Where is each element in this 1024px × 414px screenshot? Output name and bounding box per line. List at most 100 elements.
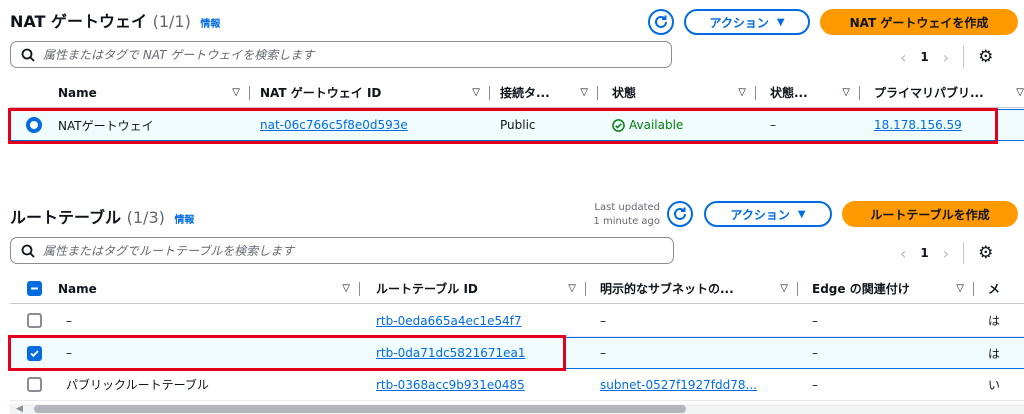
sort-icon: ▽ [1016, 87, 1024, 98]
rt-action-label: アクション [730, 207, 790, 222]
col-label: Name [58, 85, 97, 100]
rt-search-placeholder: 属性またはタグでルートテーブルを検索します [43, 244, 295, 258]
rt-row-subnet: – [600, 313, 606, 328]
search-icon [21, 244, 35, 258]
nat-search-input[interactable]: 属性またはタグで NAT ゲートウェイを検索します [10, 41, 672, 68]
col-label: 明示的なサブネットの... [600, 282, 734, 296]
col-label: Edge の関連付け [812, 282, 910, 296]
sort-icon: ▽ [580, 87, 588, 98]
nat-title-text: NAT ゲートウェイ [10, 12, 148, 31]
nat-col-conn[interactable]: 接続タ... ▽ [490, 78, 598, 107]
nat-col-state-msg[interactable]: 状態... ▽ [756, 78, 860, 107]
rt-row-main: は [988, 314, 1001, 328]
rt-count: (1/3) [126, 208, 165, 227]
rt-row-edge: – [812, 377, 818, 392]
refresh-icon [674, 207, 686, 220]
nat-col-public-ip[interactable]: プライマリパブリ... ▽ [860, 78, 1024, 107]
last-updated-label: Last updated [594, 202, 660, 213]
nat-select-col [10, 78, 58, 107]
col-label: 状態 [612, 86, 637, 100]
rt-row-main: は [988, 346, 1001, 361]
route-table-id-link[interactable]: rtb-0eda665a4ec1e54f7 [376, 314, 522, 328]
rt-table-header: Name ▽ ルートテーブル ID ▽ 明示的なサブネットの... ▽ Edge の関… [10, 274, 1024, 304]
highlight-box-rt-row [8, 335, 566, 371]
col-label: Name [58, 281, 97, 296]
gear-icon[interactable]: ⚙ [978, 47, 993, 67]
rt-col-edge[interactable]: Edge の関連付け ▽ [798, 274, 974, 303]
nat-col-state[interactable]: 状態 ▽ [598, 78, 756, 107]
caret-down-icon: ▼ [797, 208, 806, 220]
rt-col-subnet[interactable]: 明示的なサブネットの... ▽ [586, 274, 798, 303]
subnet-link[interactable]: subnet-0527f1927fdd78... [600, 378, 757, 392]
select-all-checkbox[interactable] [26, 281, 42, 296]
row-checkbox[interactable] [26, 313, 42, 328]
col-label: メ [988, 282, 1001, 296]
create-route-table-button[interactable]: ルートテーブルを作成 [842, 201, 1018, 227]
rt-section-title: ルートテーブル (1/3) 情報 [10, 204, 194, 228]
nat-count: (1/1) [152, 12, 191, 31]
rt-col-main[interactable]: メ [974, 274, 1024, 303]
chevron-left-icon[interactable]: ‹ [900, 244, 906, 263]
col-label: 接続タ... [500, 86, 550, 100]
horizontal-scrollbar[interactable]: ◀ [10, 404, 1024, 414]
scrollbar-thumb[interactable] [34, 405, 686, 413]
nat-action-label: アクション [709, 15, 769, 30]
last-updated-ago: 1 minute ago [593, 216, 660, 227]
chevron-right-icon[interactable]: › [943, 48, 949, 67]
pager-divider [963, 46, 965, 68]
rt-col-id[interactable]: ルートテーブル ID ▽ [360, 274, 586, 303]
last-updated: Last updated 1 minute ago [574, 201, 660, 229]
chevron-left-icon[interactable]: ‹ [900, 48, 906, 67]
col-label: NAT ゲートウェイ ID [260, 86, 382, 100]
sort-icon: ▽ [232, 87, 240, 98]
sort-icon: ▽ [568, 283, 576, 294]
nat-col-id[interactable]: NAT ゲートウェイ ID ▽ [250, 78, 490, 107]
rt-page-number[interactable]: 1 [920, 246, 928, 260]
minus-icon [30, 287, 38, 290]
rt-row-main: い [988, 378, 1001, 392]
rt-row-name: – [66, 313, 72, 328]
rt-refresh-button[interactable] [667, 201, 693, 227]
rt-select-all-cell [10, 274, 58, 303]
col-label: ルートテーブル ID [376, 282, 478, 296]
sort-icon: ▽ [738, 87, 746, 98]
rt-action-button[interactable]: アクション ▼ [704, 201, 832, 227]
route-table-id-link[interactable]: rtb-0368acc9b931e0485 [376, 378, 525, 392]
create-nat-gateway-button[interactable]: NAT ゲートウェイを作成 [820, 9, 1018, 35]
nat-section-title: NAT ゲートウェイ (1/1) 情報 [10, 8, 220, 32]
rt-row-edge: – [812, 346, 818, 360]
sort-icon: ▽ [842, 87, 850, 98]
rt-row-edge: – [812, 313, 818, 328]
table-row[interactable]: – rtb-0eda665a4ec1e54f7 – – は [10, 305, 1024, 337]
col-label: 状態... [770, 86, 808, 100]
col-label: プライマリパブリ... [874, 86, 984, 100]
nat-pagination: ‹ 1 › ⚙ [900, 46, 993, 68]
sort-icon: ▽ [342, 283, 350, 294]
nat-col-name[interactable]: Name ▽ [58, 78, 250, 107]
highlight-box-nat-row [8, 108, 998, 144]
sort-icon: ▽ [472, 87, 480, 98]
nat-refresh-button[interactable] [648, 9, 674, 35]
sort-icon: ▽ [956, 283, 964, 294]
nat-search-placeholder: 属性またはタグで NAT ゲートウェイを検索します [43, 48, 315, 62]
chevron-right-icon[interactable]: › [943, 244, 949, 263]
rt-search-input[interactable]: 属性またはタグでルートテーブルを検索します [10, 237, 674, 264]
caret-down-icon: ▼ [776, 16, 785, 28]
rt-row-subnet: – [600, 346, 606, 360]
table-row[interactable]: パブリックルートテーブル rtb-0368acc9b931e0485 subne… [10, 369, 1024, 401]
rt-pagination: ‹ 1 › ⚙ [900, 242, 993, 264]
sort-icon: ▽ [780, 283, 788, 294]
nat-table-header: Name ▽ NAT ゲートウェイ ID ▽ 接続タ... ▽ 状態 ▽ 状態... ▽ … [10, 78, 1024, 108]
nat-info-link[interactable]: 情報 [200, 19, 220, 30]
row-checkbox[interactable] [26, 377, 42, 392]
rt-col-name[interactable]: Name ▽ [58, 274, 360, 303]
nat-page-number[interactable]: 1 [920, 50, 928, 64]
gear-icon[interactable]: ⚙ [978, 243, 993, 263]
refresh-icon [655, 15, 667, 28]
rt-info-link[interactable]: 情報 [174, 215, 194, 226]
rt-title-text: ルートテーブル [10, 208, 122, 227]
scroll-left-arrow-icon[interactable]: ◀ [16, 404, 23, 414]
rt-row-name: パブリックルートテーブル [66, 378, 209, 392]
search-icon [21, 48, 35, 62]
nat-action-button[interactable]: アクション ▼ [684, 9, 810, 35]
